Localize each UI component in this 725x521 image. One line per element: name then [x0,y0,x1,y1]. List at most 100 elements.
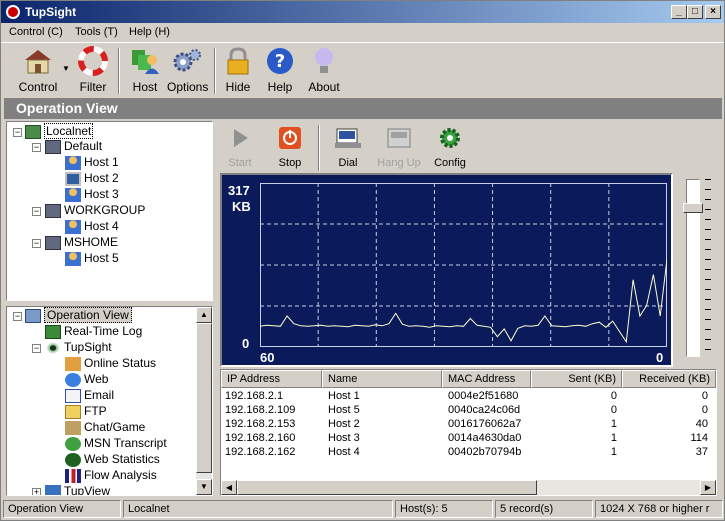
column-mac-address[interactable]: MAC Address [442,370,531,388]
expand-toggle[interactable]: + [32,488,41,495]
collapse-toggle[interactable]: − [32,239,41,248]
nav-flow-analysis[interactable]: Flow Analysis [65,468,157,483]
maximize-button[interactable]: □ [687,5,703,19]
config-button[interactable]: Config [432,123,468,173]
control-button[interactable]: Control [15,46,61,96]
users-icon [65,356,81,371]
collapse-toggle[interactable]: − [13,312,22,321]
toolbar-separator [214,48,216,94]
table-row[interactable]: 192.168.2.153 Host 2 0016176062a7 1 40 [221,418,716,432]
nav-chat-game[interactable]: Chat/Game [65,420,145,435]
table-cell: Host 1 [328,390,360,402]
menu-control[interactable]: Control (C) [9,26,63,38]
log-icon [45,324,61,339]
app-logo-icon [6,5,20,19]
host-button[interactable]: Host [125,46,165,96]
modem-icon [332,123,364,153]
zoom-slider[interactable] [676,173,717,367]
nav-msn-transcript[interactable]: MSN Transcript [65,436,167,451]
minimize-button[interactable]: _ [671,5,687,19]
workgroup-icon [45,203,61,218]
nav-ftp[interactable]: FTP [65,404,107,419]
table-row[interactable]: 192.168.2.1 Host 1 0004e2f51680 0 0 [221,390,716,404]
scroll-up-arrow-icon[interactable]: ▲ [196,307,212,323]
table-row[interactable]: 192.168.2.109 Host 5 0040ca24c06d 0 0 [221,404,716,418]
close-button[interactable]: × [705,5,721,19]
help-button[interactable]: ? Help [262,46,298,96]
nav-online-status[interactable]: Online Status [65,356,156,371]
column-received[interactable]: Received (KB) [622,370,716,388]
graph-plot-area [260,183,667,347]
tree-host-3[interactable]: Host 3 [65,187,119,202]
scroll-thumb[interactable] [237,480,537,495]
table-cell: 1 [610,446,617,458]
table-cell: 0016176062a7 [448,418,522,430]
collapse-toggle[interactable]: − [13,128,22,137]
scroll-thumb[interactable] [196,323,212,473]
hangup-button[interactable]: Hang Up [374,123,424,173]
column-ip-address[interactable]: IP Address [221,370,322,388]
table-row[interactable]: 192.168.2.162 Host 4 00402b70794b 1 37 [221,446,716,460]
horizontal-scrollbar[interactable]: ◀ ▶ [221,480,716,495]
scroll-down-arrow-icon[interactable]: ▼ [196,479,212,495]
column-name[interactable]: Name [322,370,442,388]
tree-group-mshome[interactable]: MSHOME [45,235,118,250]
toolbar-separator [118,48,120,94]
email-icon [65,388,81,403]
stop-icon [274,123,306,153]
about-button[interactable]: About [305,46,343,96]
help-icon: ? [264,46,296,76]
collapse-toggle[interactable]: − [32,344,41,353]
nav-tupsight[interactable]: TupSight [45,340,112,355]
scroll-right-arrow-icon[interactable]: ▶ [700,480,716,495]
slider-thumb[interactable] [683,203,703,213]
column-sent[interactable]: Sent (KB) [531,370,622,388]
tree-group-default[interactable]: Default [45,139,102,154]
stop-button[interactable]: Stop [272,123,308,173]
collapse-toggle[interactable]: − [32,207,41,216]
traffic-series-line [260,259,667,344]
menu-tools[interactable]: Tools (T) [75,26,118,38]
section-header: Operation View [4,98,722,119]
scroll-left-arrow-icon[interactable]: ◀ [221,480,237,495]
collapse-toggle[interactable]: − [32,143,41,152]
config-gear-icon [434,123,466,153]
nav-scrollbar[interactable]: ▲ ▼ [196,307,212,495]
computer-icon [65,171,81,186]
nav-web[interactable]: Web [65,372,108,387]
table-cell: 0014a4630da0 [448,432,522,444]
table-cell: 37 [695,446,708,458]
tree-host-5[interactable]: Host 5 [65,251,119,266]
filter-button[interactable]: Filter [73,46,113,96]
tree-host-2[interactable]: Host 2 [65,171,119,186]
tree-root-localnet[interactable]: Localnet [25,123,94,139]
dropdown-arrow-icon[interactable]: ▼ [62,64,70,73]
hide-button[interactable]: Hide [220,46,256,96]
tree-host-4[interactable]: Host 4 [65,219,119,234]
table-row[interactable]: 192.168.2.160 Host 3 0014a4630da0 1 114 [221,432,716,446]
menu-bar: Control (C) Tools (T) Help (H) [1,23,724,43]
workgroup-icon [45,139,61,154]
nav-email[interactable]: Email [65,388,114,403]
table-cell: 114 [690,432,708,444]
dial-button[interactable]: Dial [330,123,366,173]
title-bar: TupSight _ □ × [1,1,724,23]
nav-web-statistics[interactable]: Web Statistics [65,452,160,467]
menu-help[interactable]: Help (H) [129,26,170,38]
tree-group-workgroup[interactable]: WORKGROUP [45,203,145,218]
host-tree-panel: − Localnet − Default Host 1 Host 2 Host … [6,121,213,301]
nav-operation-view[interactable]: Operation View [25,307,132,323]
table-cell: 0 [701,390,708,402]
nav-real-time-log[interactable]: Real-Time Log [45,324,142,339]
view-icon [45,484,61,495]
start-button[interactable]: Start [222,123,258,173]
table-cell: 0004e2f51680 [448,390,519,402]
table-cell: 1 [610,432,617,444]
nav-tupview[interactable]: TupView [45,484,110,495]
tree-host-1[interactable]: Host 1 [65,155,119,170]
phone-icon [383,123,415,153]
nav-tree-panel: − Operation View Real-Time Log − TupSigh… [6,306,213,496]
msn-icon [65,436,81,451]
options-button[interactable]: Options [167,46,208,96]
user-icon [65,219,81,234]
